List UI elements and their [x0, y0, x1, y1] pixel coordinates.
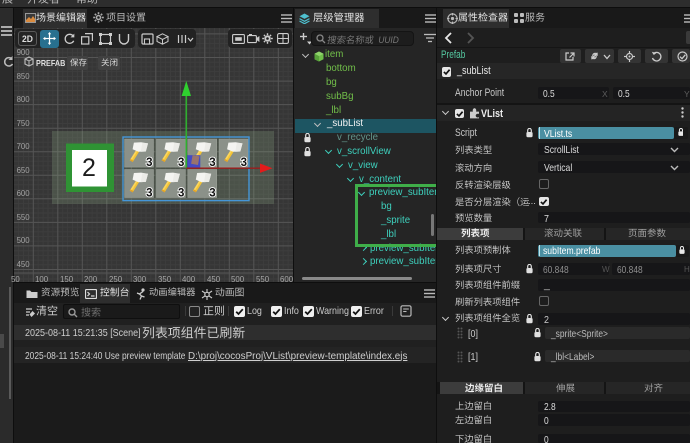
- svg-text:2: 2: [82, 154, 96, 182]
